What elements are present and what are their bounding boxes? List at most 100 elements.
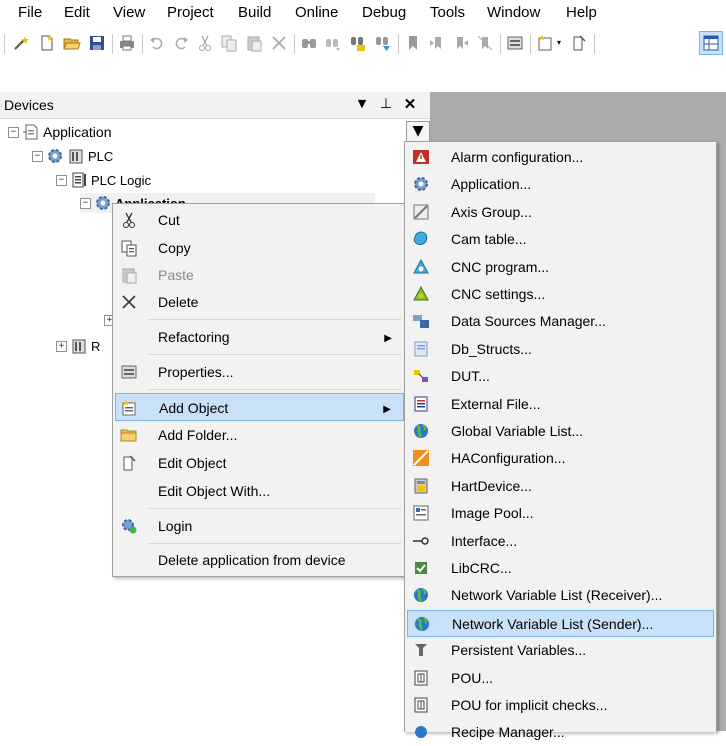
menu-debug[interactable]: Debug [362,4,406,21]
find-icon[interactable] [300,34,318,52]
globe-icon [413,615,431,633]
submenu-item-data-sources-manager[interactable]: Data Sources Manager... [407,308,714,335]
submenu-item-cnc-program[interactable]: CNC program... [407,254,714,281]
menu-item-label: Delete application from device [158,552,346,568]
submenu-item-cnc-settings[interactable]: CNC settings... [407,281,714,308]
menu-window[interactable]: Window [487,4,540,21]
panel-dropdown-button[interactable]: ▼ [406,121,430,143]
menu-view[interactable]: View [113,4,145,21]
paste-icon[interactable] [245,34,263,52]
submenu-item-alarm-configuration[interactable]: Alarm configuration... [407,144,714,171]
menu-item-add-folder[interactable]: Add Folder... [115,421,404,449]
collapse-icon[interactable]: − [56,174,67,186]
wand-icon[interactable] [12,34,30,52]
tree-node-plc[interactable]: − PLC [32,146,113,166]
edit-object-icon[interactable] [570,34,588,52]
save-icon[interactable] [88,34,106,52]
new-file-icon[interactable] [38,34,56,52]
menu-project[interactable]: Project [167,4,214,21]
menu-separator [149,319,401,320]
menu-separator [149,543,401,544]
submenu-item-hartdevice[interactable]: HartDevice... [407,473,714,500]
menu-item-properties[interactable]: Properties... [115,358,404,386]
open-folder-icon[interactable] [63,34,81,52]
collapse-icon[interactable]: − [8,126,19,138]
submenu-item-label: Cam table... [451,231,527,248]
add-object-icon[interactable] [537,34,555,52]
folder-icon [120,426,138,444]
redo-icon[interactable] [172,34,190,52]
expand-icon[interactable]: + [56,340,67,352]
close-icon[interactable]: ✕ [402,95,418,113]
replace-icon[interactable] [349,34,367,52]
undo-icon[interactable] [148,34,166,52]
copy-icon [120,239,138,257]
cnc-settings-icon [412,285,430,303]
menu-item-login[interactable]: Login [115,512,404,540]
tree-label: PLC [88,148,114,164]
add-object-dropdown-icon[interactable]: ▾ [555,34,563,52]
tree-node-plc-logic[interactable]: − PLC Logic [56,170,151,190]
submenu-item-haconfiguration[interactable]: HAConfiguration... [407,445,714,472]
submenu-item-network-variable-list-sender[interactable]: Network Variable List (Sender)... [407,609,714,637]
menu-file[interactable]: File [18,4,42,21]
menu-help[interactable]: Help [566,4,597,21]
tree-node-application-root[interactable]: − Application [8,122,112,142]
submenu-item-network-variable-list-receiver[interactable]: Network Variable List (Receiver)... [407,582,714,609]
bookmark-icon[interactable] [404,34,422,52]
submenu-item-recipe-manager[interactable]: Recipe Manager... [407,719,714,746]
menu-item-copy[interactable]: Copy [115,234,404,262]
toolbar-separator [142,34,143,54]
delete-icon[interactable] [270,34,288,52]
submenu-item-application[interactable]: Application... [407,171,714,198]
menu-item-label: Edit Object [158,455,227,471]
submenu-item-axis-group[interactable]: Axis Group... [407,199,714,226]
find-next-icon[interactable] [324,34,342,52]
submenu-item-image-pool[interactable]: Image Pool... [407,500,714,527]
print-icon[interactable] [118,34,136,52]
menu-item-refactoring[interactable]: Refactoring ▶ [115,323,404,351]
submenu-item-dut[interactable]: DUT... [407,363,714,390]
pin-icon[interactable]: ⊥ [378,95,394,113]
menu-item-paste[interactable]: Paste [115,261,404,289]
menu-item-delete-application[interactable]: Delete application from device [115,546,404,574]
menu-online[interactable]: Online [295,4,338,21]
recipe-manager-icon [412,723,430,741]
submenu-item-label: Axis Group... [451,203,532,220]
menu-item-cut[interactable]: Cut [115,206,404,234]
bookmark-previous-icon[interactable] [452,34,470,52]
device-icon [67,147,85,165]
collapse-icon[interactable]: − [32,150,43,162]
table-view-icon[interactable] [699,31,723,55]
submenu-item-cam-table[interactable]: Cam table... [407,226,714,253]
menu-item-edit-object[interactable]: Edit Object [115,449,404,477]
copy-icon[interactable] [220,34,238,52]
submenu-item-pou-for-implicit-checks[interactable]: POU for implicit checks... [407,692,714,719]
collapse-icon[interactable]: − [80,197,91,209]
submenu-item-interface[interactable]: Interface... [407,528,714,555]
dock-area [0,60,726,92]
menu-item-delete[interactable]: Delete [115,288,404,316]
tree-node-partial[interactable]: + R [56,336,100,356]
menu-item-label: Paste [158,267,194,283]
menu-item-add-object[interactable]: Add Object ▶ [115,393,404,421]
submenu-item-db-structs[interactable]: Db_Structs... [407,336,714,363]
bookmark-clear-icon[interactable] [476,34,494,52]
menu-build[interactable]: Build [238,4,271,21]
cut-icon[interactable] [196,34,214,52]
menu-bar: File Edit View Project Build Online Debu… [0,0,726,26]
bookmark-next-icon[interactable] [428,34,446,52]
submenu-item-global-variable-list[interactable]: Global Variable List... [407,418,714,445]
submenu-item-external-file[interactable]: External File... [407,391,714,418]
replace-next-icon[interactable] [374,34,392,52]
panel-dropdown-icon[interactable]: ▼ [354,95,370,113]
submenu-item-pou[interactable]: POU... [407,665,714,692]
menu-tools[interactable]: Tools [430,4,465,21]
properties-icon[interactable] [506,34,524,52]
submenu-item-libcrc[interactable]: LibCRC... [407,555,714,582]
toolbar-separator [594,34,595,54]
menu-item-label: Delete [158,294,199,310]
menu-item-edit-object-with[interactable]: Edit Object With... [115,477,404,505]
submenu-item-persistent-variables[interactable]: Persistent Variables... [407,637,714,664]
menu-edit[interactable]: Edit [64,4,90,21]
